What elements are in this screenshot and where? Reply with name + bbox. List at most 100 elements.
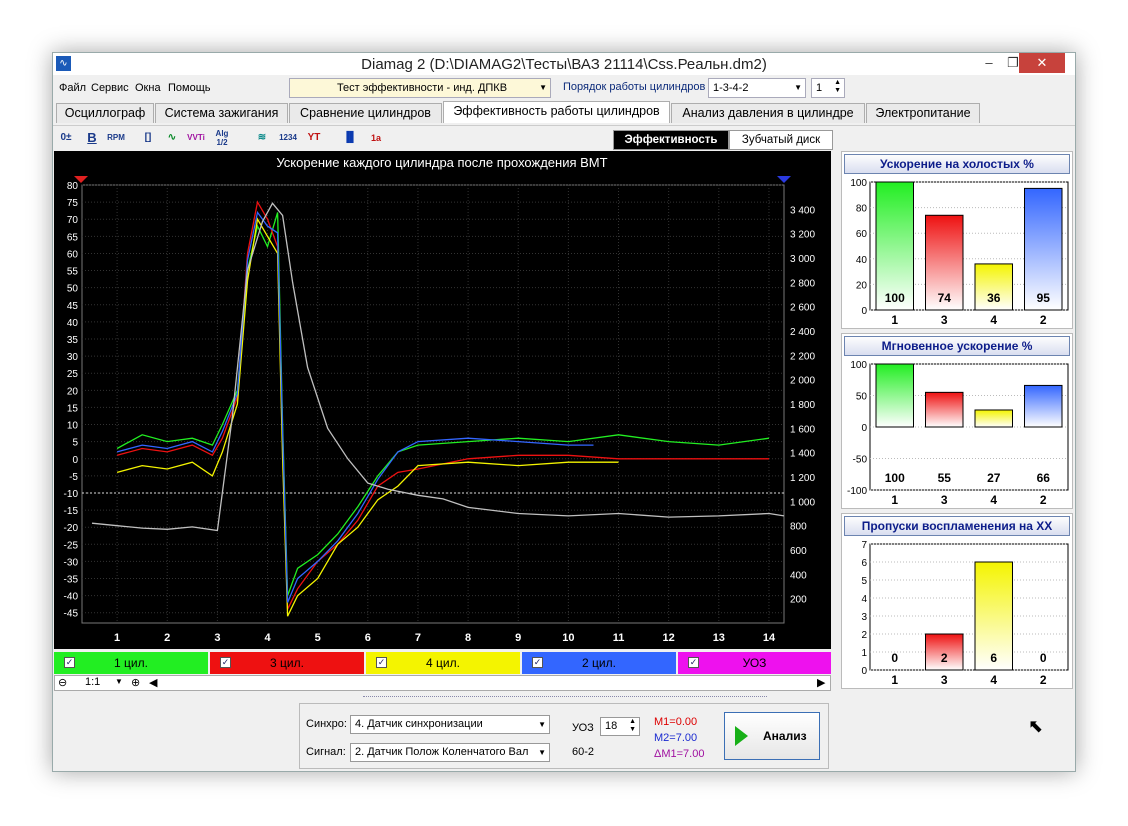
offset-icon[interactable]: 0± bbox=[57, 129, 75, 147]
filter-icon[interactable]: YT bbox=[305, 129, 323, 147]
legend-cyl3[interactable]: ✓ 3 цил. bbox=[210, 652, 364, 674]
zoom-out-icon[interactable]: ⊖ bbox=[58, 676, 67, 689]
chevron-down-icon: ▼ bbox=[538, 744, 546, 761]
toolbar: 0± B RPM [] ∿ VVTi Alg 1/2 ≋ 1234 YT ▐▌ 1… bbox=[53, 125, 1075, 150]
y2-tick-label: 3 400 bbox=[790, 205, 815, 216]
bars-icon[interactable]: ▐▌ bbox=[341, 129, 359, 147]
zoom-in-icon[interactable]: ⊕ bbox=[131, 676, 140, 689]
wave-icon[interactable]: ∿ bbox=[163, 129, 181, 147]
analyze-button[interactable]: Анализ bbox=[724, 712, 820, 760]
firing-order-select[interactable]: 1-3-4-2 ▼ bbox=[708, 78, 806, 98]
y-tick-label: 10 bbox=[67, 421, 79, 432]
legend-cyl2[interactable]: ✓ 2 цил. bbox=[522, 652, 676, 674]
legend-cyl4[interactable]: ✓ 4 цил. bbox=[366, 652, 520, 674]
chart-title: Ускорение каждого цилиндра после прохожд… bbox=[276, 155, 607, 170]
numbers-icon[interactable]: 1234 bbox=[279, 129, 297, 147]
y2-tick-label: 2 800 bbox=[790, 278, 815, 289]
y-tick-label: 25 bbox=[67, 369, 79, 380]
waves-icon[interactable]: ≋ bbox=[253, 129, 271, 147]
right-panels: Ускорение на холостых % 100 80 60 40 20 0 100 1… bbox=[841, 151, 1073, 691]
bar-category-label: 3 bbox=[941, 493, 948, 507]
right-marker-icon[interactable] bbox=[777, 176, 791, 183]
bracket-icon[interactable]: [] bbox=[139, 129, 157, 147]
m2-value: M2=7.00 bbox=[654, 732, 698, 744]
vvti-icon[interactable]: VVTi bbox=[187, 129, 205, 147]
dm1-value: ΔM1=7.00 bbox=[654, 748, 705, 760]
chevron-down-icon: ▼ bbox=[538, 720, 546, 729]
idle-acceleration-panel: Ускорение на холостых % 100 80 60 40 20 0 100 1… bbox=[841, 151, 1073, 329]
bar-category-label: 2 bbox=[1040, 493, 1047, 507]
check-icon[interactable]: ✓ bbox=[688, 657, 699, 668]
scroll-right-icon[interactable]: ▶ bbox=[817, 676, 825, 689]
bar-category-label: 3 bbox=[941, 313, 948, 327]
splitter-handle[interactable] bbox=[363, 696, 767, 702]
cylinder-value: 1 bbox=[816, 82, 823, 94]
bar-category-label: 3 bbox=[941, 673, 948, 687]
series-line bbox=[91, 202, 785, 532]
y-tick-label: -5 bbox=[69, 472, 78, 483]
check-icon[interactable]: ✓ bbox=[532, 657, 543, 668]
series-line bbox=[116, 200, 769, 610]
menu-bar: Файл Сервис Окна Помощь Тест эффективнос… bbox=[53, 77, 1075, 99]
tab-oscilloscope[interactable]: Осциллограф bbox=[56, 103, 154, 123]
y2-tick-label: 1 600 bbox=[790, 424, 815, 435]
bar-value-label: 74 bbox=[938, 291, 952, 305]
x-tick-label: 5 bbox=[315, 632, 321, 644]
rpm-icon[interactable]: RPM bbox=[107, 129, 125, 147]
test-selector[interactable]: Тест эффективности - инд. ДПКВ ▼ bbox=[289, 78, 551, 98]
menu-file[interactable]: Файл bbox=[59, 82, 86, 94]
y2-tick-label: 800 bbox=[790, 522, 807, 533]
bar-value-label: 27 bbox=[987, 471, 1001, 485]
menu-service[interactable]: Сервис bbox=[91, 82, 129, 94]
bar-value-label: 6 bbox=[990, 651, 997, 665]
sync-value: 4. Датчик синхронизации bbox=[355, 718, 483, 730]
legend-uoz[interactable]: ✓ УОЗ bbox=[678, 652, 831, 674]
x-tick-label: 2 bbox=[164, 632, 170, 644]
check-icon[interactable]: ✓ bbox=[220, 657, 231, 668]
bar-y-tick-label: 4 bbox=[861, 594, 867, 605]
title-bar: ∿ Diamag 2 (D:\DIAMAG2\Тесты\ВАЗ 21114\C… bbox=[53, 53, 1075, 75]
sync-select[interactable]: 4. Датчик синхронизации ▼ bbox=[350, 715, 550, 734]
bar-y-tick-label: 100 bbox=[850, 360, 867, 371]
misfire-title: Пропуски воспламенения на ХХ bbox=[844, 516, 1070, 536]
tab-cylinder-compare[interactable]: Сравнение цилиндров bbox=[289, 103, 442, 123]
menu-help[interactable]: Помощь bbox=[168, 82, 211, 94]
teeth-label: 60-2 bbox=[572, 746, 595, 758]
y2-tick-label: 200 bbox=[790, 595, 807, 606]
y2-tick-label: 1 400 bbox=[790, 449, 815, 460]
bar-category-label: 1 bbox=[891, 493, 898, 507]
tab-ignition[interactable]: Система зажигания bbox=[155, 103, 288, 123]
menu-windows[interactable]: Окна bbox=[135, 82, 161, 94]
y-tick-label: 35 bbox=[67, 335, 79, 346]
check-icon[interactable]: ✓ bbox=[376, 657, 387, 668]
tab-power-supply[interactable]: Электропитание bbox=[866, 103, 980, 123]
tab-cylinder-efficiency[interactable]: Эффективность работы цилиндров bbox=[443, 101, 670, 123]
uoz-value: 18 bbox=[605, 720, 618, 732]
bar-category-label: 2 bbox=[1040, 313, 1047, 327]
close-button[interactable]: ✕ bbox=[1019, 53, 1065, 73]
y2-tick-label: 600 bbox=[790, 546, 807, 557]
scroll-left-icon[interactable]: ◀ bbox=[149, 676, 157, 689]
x-tick-label: 3 bbox=[214, 632, 220, 644]
table-icon[interactable]: 1a bbox=[367, 129, 385, 147]
uoz-stepper[interactable]: 18 ▲ ▼ bbox=[600, 717, 640, 736]
bar-category-label: 2 bbox=[1040, 673, 1047, 687]
spin-icon: ▲ ▼ bbox=[834, 79, 841, 94]
horizontal-scrollbar[interactable]: ⊖ 1:1 ▼ ⊕ ◀ ▶ bbox=[54, 675, 831, 691]
legend-cyl1[interactable]: ✓ 1 цил. bbox=[54, 652, 208, 674]
instant-acceleration-title: Мгновенное ускорение % bbox=[844, 336, 1070, 356]
signal-select[interactable]: 2. Датчик Полож Коленчатого Вал ▼ bbox=[350, 743, 550, 762]
x-tick-label: 10 bbox=[562, 632, 574, 644]
cylinder-stepper[interactable]: 1 ▲ ▼ bbox=[811, 78, 845, 98]
bold-b-icon[interactable]: B bbox=[83, 129, 101, 147]
y-tick-label: -25 bbox=[64, 540, 79, 551]
m1-value: M1=0.00 bbox=[654, 716, 698, 728]
tab-pressure-analysis[interactable]: Анализ давления в цилиндре bbox=[671, 103, 865, 123]
subtab-toothed-disk[interactable]: Зубчатый диск bbox=[729, 130, 833, 150]
subtab-efficiency[interactable]: Эффективность bbox=[613, 130, 729, 150]
check-icon[interactable]: ✓ bbox=[64, 657, 75, 668]
zoom-select[interactable]: 1:1 bbox=[85, 676, 100, 688]
alg-icon[interactable]: Alg 1/2 bbox=[213, 129, 231, 147]
y-tick-label: 30 bbox=[67, 352, 79, 363]
bar-category-label: 4 bbox=[990, 493, 997, 507]
